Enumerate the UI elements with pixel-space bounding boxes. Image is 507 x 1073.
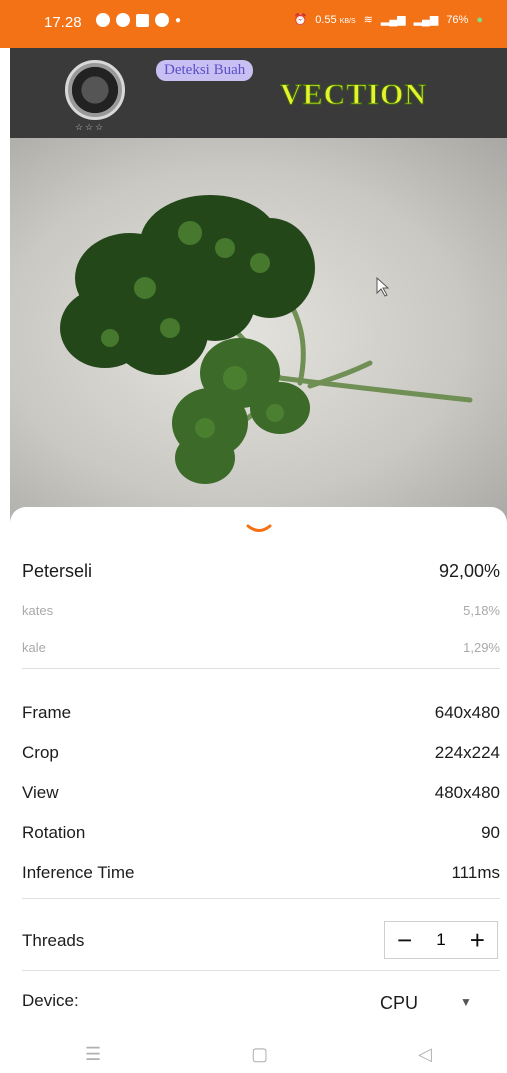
camera-preview — [10, 138, 507, 530]
info-row-rotation: Rotation 90 — [22, 823, 500, 843]
info-label: Rotation — [22, 823, 86, 842]
threads-row: Threads — [22, 931, 222, 951]
result-label: kates — [22, 603, 54, 618]
info-row-inference-time: Inference Time 111ms — [22, 863, 500, 883]
device-row: Device: — [22, 991, 222, 1011]
result-value: 92,00% — [438, 561, 500, 581]
bottom-sheet: Peterseli 92,00% kates 5,18% kale 1,29% … — [10, 507, 507, 1073]
more-notifications-icon: ● — [175, 14, 182, 26]
info-label: Frame — [22, 703, 72, 722]
info-label: View — [22, 783, 59, 802]
app-logo — [65, 60, 125, 120]
result-value: 5,18% — [463, 603, 500, 618]
parsley-image — [60, 195, 473, 484]
info-label: Inference Time — [22, 863, 135, 882]
info-row-crop: Crop 224x224 — [22, 743, 500, 763]
threads-increment-button[interactable]: + — [470, 927, 485, 953]
sync-notification-icon — [116, 13, 130, 27]
device-select[interactable]: CPU — [380, 993, 418, 1014]
divider — [22, 970, 500, 971]
network-speed: 0.55 KB/S — [315, 13, 356, 26]
signal-icon: ▂▄▆ — [380, 14, 406, 26]
dropdown-arrow-icon[interactable]: ▼ — [460, 995, 472, 1009]
result-value: 1,29% — [463, 640, 500, 655]
logo-stars: ☆☆☆ — [75, 122, 106, 132]
status-bar: 17.28 ● ⏰ 0.55 KB/S ≋ ▂▄▆ ▂▄▆ 76% ● — [0, 0, 507, 48]
app-notification-icon — [136, 13, 149, 27]
battery-level: 76% — [446, 13, 469, 26]
status-right: ⏰ 0.55 KB/S ≋ ▂▄▆ ▂▄▆ 76% ● — [293, 13, 483, 27]
signal-icon-2: ▂▄▆ — [413, 14, 439, 26]
navigation-bar: ☰ ▢ ◁ — [10, 1035, 507, 1073]
message-notification-icon — [155, 13, 169, 27]
result-label: Peterseli — [22, 561, 93, 581]
app-subtitle: Deteksi Buah — [156, 60, 254, 81]
result-row-second: kates 5,18% — [22, 603, 500, 618]
info-value: 224x224 — [434, 743, 500, 762]
divider — [22, 668, 500, 669]
info-label: Crop — [22, 743, 59, 762]
info-value: 90 — [481, 823, 500, 842]
result-row-third: kale 1,29% — [22, 640, 500, 655]
back-icon[interactable]: ◁ — [418, 1044, 432, 1065]
info-row-view: View 480x480 — [22, 783, 500, 803]
app-brand: VECTION — [279, 78, 428, 112]
device-label: Device: — [22, 991, 79, 1010]
threads-stepper[interactable]: − 1 + — [384, 921, 498, 959]
info-value: 111ms — [451, 863, 500, 882]
home-icon[interactable]: ▢ — [251, 1044, 268, 1065]
notification-icons: ● — [96, 13, 181, 27]
chat-notification-icon — [96, 13, 110, 27]
result-row-top: Peterseli 92,00% — [22, 561, 500, 582]
threads-label: Threads — [22, 931, 85, 950]
result-label: kale — [22, 640, 46, 655]
collapse-chevron-icon[interactable] — [246, 523, 272, 535]
info-value: 640x480 — [434, 703, 500, 722]
threads-value: 1 — [436, 930, 446, 949]
wifi-icon: ≋ — [363, 14, 373, 26]
info-value: 480x480 — [434, 783, 500, 802]
divider — [22, 898, 500, 899]
app-bar: ☆☆☆ Deteksi Buah VECTION — [10, 48, 507, 138]
alarm-icon: ⏰ — [293, 14, 308, 26]
recents-menu-icon[interactable]: ☰ — [85, 1044, 101, 1065]
info-row-frame: Frame 640x480 — [22, 703, 500, 723]
status-time: 17.28 — [44, 14, 82, 31]
charging-icon: ● — [476, 13, 483, 26]
threads-decrement-button[interactable]: − — [397, 927, 412, 953]
